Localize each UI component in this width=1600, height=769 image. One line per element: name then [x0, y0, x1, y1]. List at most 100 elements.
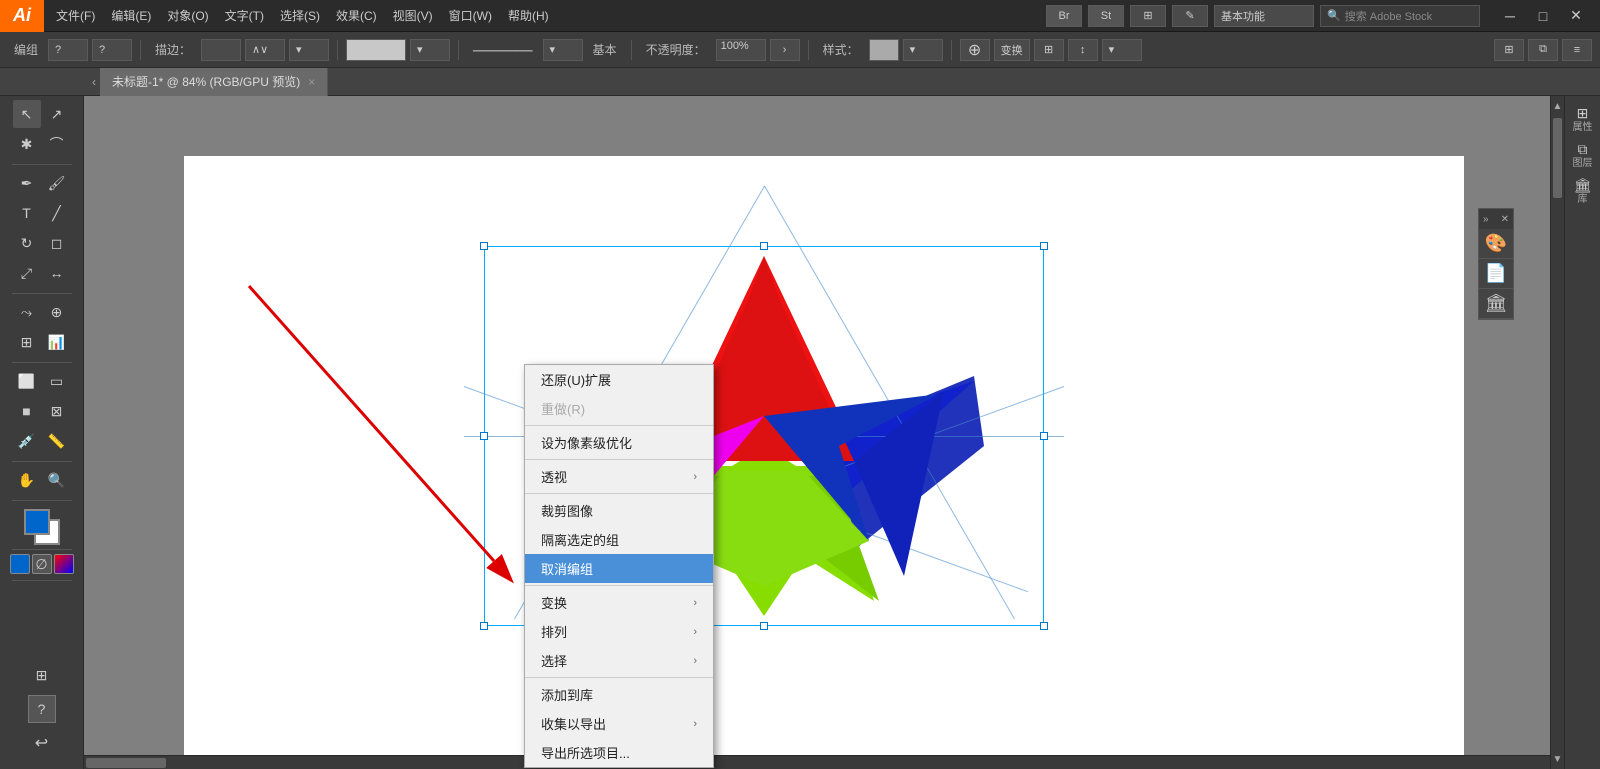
vscroll-up[interactable]: ▲ [1551, 96, 1564, 116]
cm-redo[interactable]: 重做(R) [525, 394, 713, 423]
menu-view[interactable]: 视图(V) [385, 0, 441, 31]
cm-export[interactable]: 导出所选项目... [525, 738, 713, 767]
fill-gradient[interactable] [54, 554, 74, 574]
menu-text[interactable]: 文字(T) [217, 0, 272, 31]
menu-edit[interactable]: 编辑(E) [103, 0, 159, 31]
tab-scroll-left[interactable]: ‹ [88, 75, 100, 89]
type-tool[interactable]: T [13, 199, 41, 227]
cm-arrange[interactable]: 排列 › [525, 617, 713, 646]
mesh-tool[interactable]: ⊠ [43, 397, 71, 425]
menu-select[interactable]: 选择(S) [272, 0, 328, 31]
align-icon[interactable]: ⊞ [1034, 39, 1064, 61]
gradient-tool[interactable]: ■ [13, 397, 41, 425]
handle-middle-right[interactable] [1040, 432, 1048, 440]
width-tool[interactable]: ↔ [43, 259, 71, 287]
transform-btn[interactable]: 变换 [994, 39, 1030, 61]
line-tool[interactable]: ╱ [43, 199, 71, 227]
color-swatch[interactable] [346, 39, 406, 61]
screen-mode-btn[interactable]: ⊞ [28, 661, 56, 689]
menu-window[interactable]: 窗口(W) [441, 0, 500, 31]
bottom-icon[interactable]: ↩ [28, 729, 56, 757]
color-dropdown[interactable]: ▾ [410, 39, 450, 61]
cm-undo[interactable]: 还原(U)扩展 [525, 365, 713, 394]
panel-toggle[interactable]: ⊞ [1494, 39, 1524, 61]
menu-effect[interactable]: 效果(C) [328, 0, 385, 31]
tool-option-1[interactable]: ? [48, 39, 88, 61]
rotate-tool[interactable]: ↻ [13, 229, 41, 257]
panel-menu[interactable]: ≡ [1562, 39, 1592, 61]
fill-normal[interactable] [10, 554, 30, 574]
measure-tool[interactable]: 📏 [43, 427, 71, 455]
doc-tab-1[interactable]: 未标题-1* @ 84% (RGB/GPU 预览) × [100, 68, 328, 96]
style-dropdown[interactable]: ▾ [903, 39, 943, 61]
brush-tool[interactable]: 🖌 [43, 169, 71, 197]
horizontal-scrollbar[interactable] [84, 755, 1550, 769]
st-icon[interactable]: St [1088, 5, 1124, 27]
pen-tool-2[interactable]: ✒ [13, 169, 41, 197]
workspace-pen[interactable]: ✎ [1172, 5, 1208, 27]
workspace-dropdown[interactable]: 基本功能 [1214, 5, 1314, 27]
handle-middle-left[interactable] [480, 432, 488, 440]
cm-ungroup[interactable]: 取消编组 [525, 554, 713, 583]
search-adobe-stock[interactable]: 🔍 搜索 Adobe Stock [1320, 5, 1480, 27]
eyedropper-tool[interactable]: 💉 [13, 427, 41, 455]
hscroll-thumb[interactable] [86, 758, 166, 768]
stroke-style[interactable]: ▾ [543, 39, 583, 61]
rp-libraries[interactable]: 🏛 库 [1568, 176, 1598, 206]
vscroll-thumb[interactable] [1553, 118, 1562, 198]
vscroll-down[interactable]: ▼ [1551, 749, 1564, 769]
close-button[interactable]: ✕ [1560, 5, 1592, 27]
symbol-tool[interactable]: ⊞ [13, 328, 41, 356]
lasso-tool[interactable]: ⌒ [43, 130, 71, 158]
minimize-button[interactable]: ─ [1494, 5, 1526, 27]
mini-panel-libraries[interactable]: 🏛 [1479, 289, 1513, 319]
warp-tool[interactable]: ⤳ [13, 298, 41, 326]
cm-transform[interactable]: 变换 › [525, 588, 713, 617]
blend-tool[interactable]: ⊕ [43, 298, 71, 326]
transform-icon[interactable]: ⊕ [960, 39, 990, 61]
cm-addlib[interactable]: 添加到库 [525, 680, 713, 709]
handle-bottom-right[interactable] [1040, 622, 1048, 630]
cm-pixel-optimize[interactable]: 设为像素级优化 [525, 428, 713, 457]
cm-crop[interactable]: 裁剪图像 [525, 496, 713, 525]
pen-tool[interactable]: ✱ [13, 130, 41, 158]
panel-btn[interactable]: ⧉ [1528, 39, 1558, 61]
rectangle-tool[interactable]: ▭ [43, 367, 71, 395]
rp-properties[interactable]: ⊞ 属性 [1568, 104, 1598, 134]
cm-perspective[interactable]: 透视 › [525, 462, 713, 491]
more-options[interactable]: ▾ [1102, 39, 1142, 61]
arrange-icon[interactable]: ↕ [1068, 39, 1098, 61]
mini-panel-colors[interactable]: 🎨 [1479, 229, 1513, 259]
menu-help[interactable]: 帮助(H) [500, 0, 557, 31]
foreground-color-swatch[interactable] [24, 509, 50, 535]
tab-close-icon[interactable]: × [308, 75, 315, 89]
tool-option-2[interactable]: ? [92, 39, 132, 61]
stroke-dropdown[interactable]: ▾ [289, 39, 329, 61]
handle-top-center[interactable] [760, 242, 768, 250]
vertical-scrollbar[interactable]: ▲ ▼ [1550, 96, 1564, 769]
menu-object[interactable]: 对象(O) [159, 0, 216, 31]
stroke-value[interactable] [201, 39, 241, 61]
style-swatch[interactable] [869, 39, 899, 61]
handle-top-left[interactable] [480, 242, 488, 250]
rp-layers[interactable]: ⧉ 图层 [1568, 140, 1598, 170]
br-icon[interactable]: Br [1046, 5, 1082, 27]
select-tool[interactable]: ↖ [13, 100, 41, 128]
mini-panel-document[interactable]: 📄 [1479, 259, 1513, 289]
mini-panel-close[interactable]: ✕ [1501, 214, 1509, 225]
cm-select[interactable]: 选择 › [525, 646, 713, 675]
handle-bottom-left[interactable] [480, 622, 488, 630]
opacity-more[interactable]: › [770, 39, 800, 61]
maximize-button[interactable]: □ [1527, 5, 1559, 27]
column-tool[interactable]: 📊 [43, 328, 71, 356]
cm-isolate[interactable]: 隔离选定的组 [525, 525, 713, 554]
question-btn[interactable]: ? [28, 695, 56, 723]
direct-select-tool[interactable]: ↗ [43, 100, 71, 128]
stroke-unit[interactable]: ∧∨ [245, 39, 285, 61]
handle-top-right[interactable] [1040, 242, 1048, 250]
hand-tool[interactable]: ✋ [13, 466, 41, 494]
menu-file[interactable]: 文件(F) [48, 0, 103, 31]
artboard-tool[interactable]: ⬜ [13, 367, 41, 395]
zoom-tool[interactable]: 🔍 [43, 466, 71, 494]
workspace-layout[interactable]: ⊞ [1130, 5, 1166, 27]
